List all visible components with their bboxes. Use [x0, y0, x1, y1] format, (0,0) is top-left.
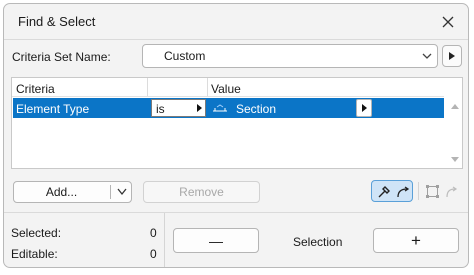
column-divider: [207, 78, 208, 96]
scroll-up-icon[interactable]: [450, 102, 460, 110]
criteria-set-menu-button[interactable]: [442, 45, 462, 67]
add-button-label: Add...: [45, 185, 78, 199]
column-divider: [147, 78, 148, 96]
marquee-icon: [426, 185, 439, 198]
remove-button[interactable]: Remove: [143, 181, 260, 203]
marquee-toggle[interactable]: [422, 180, 464, 202]
row-value: Section: [236, 102, 277, 116]
split-divider: [110, 185, 111, 199]
chevron-down-icon: [422, 53, 432, 59]
selected-count: 0: [150, 226, 157, 240]
editable-count: 0: [150, 247, 157, 261]
value-menu-button[interactable]: [356, 99, 372, 117]
find-select-dialog: Find & Select Criteria Set Name: Custom …: [3, 3, 469, 268]
remove-from-selection-button[interactable]: —: [173, 228, 259, 253]
selection-label: Selection: [293, 235, 343, 249]
eyedropper-icon: [378, 186, 390, 198]
operator-value: is: [156, 102, 165, 116]
close-icon: [442, 16, 454, 28]
chevron-down-icon[interactable]: [117, 188, 127, 196]
criteria-set-dropdown[interactable]: Custom: [142, 44, 438, 68]
row-criteria: Element Type: [16, 102, 90, 116]
criteria-set-label: Criteria Set Name:: [12, 50, 111, 64]
close-button[interactable]: [438, 12, 458, 32]
window-title: Find & Select: [18, 14, 96, 29]
selected-label: Selected:: [11, 226, 62, 240]
curved-arrow-icon: [397, 186, 410, 198]
criteria-table: Criteria Value Element Type is Section: [11, 77, 463, 169]
scroll-down-icon[interactable]: [450, 156, 460, 164]
triangle-right-icon: [361, 104, 367, 112]
add-to-selection-button[interactable]: +: [373, 228, 459, 253]
add-button[interactable]: Add...: [13, 181, 132, 203]
triangle-right-icon: [449, 52, 455, 60]
table-row[interactable]: Element Type is Section: [13, 98, 444, 118]
toolbar-divider: [418, 182, 419, 200]
editable-label: Editable:: [11, 247, 58, 261]
operator-select[interactable]: is: [151, 99, 206, 117]
minus-icon: —: [209, 232, 223, 249]
section-element-icon: [213, 104, 227, 112]
curved-arrow-icon: [446, 186, 458, 198]
remove-button-label: Remove: [179, 185, 224, 199]
column-header-value: Value: [211, 82, 241, 96]
plus-icon: +: [411, 230, 421, 250]
triangle-right-icon: [197, 104, 202, 112]
header-divider: [12, 96, 444, 97]
criteria-set-value: Custom: [164, 49, 206, 63]
footer-divider: [4, 212, 468, 213]
eyedropper-toggle[interactable]: [371, 180, 413, 202]
title-divider: [4, 39, 468, 40]
column-header-criteria: Criteria: [16, 82, 55, 96]
footer-vertical-divider: [164, 213, 165, 267]
